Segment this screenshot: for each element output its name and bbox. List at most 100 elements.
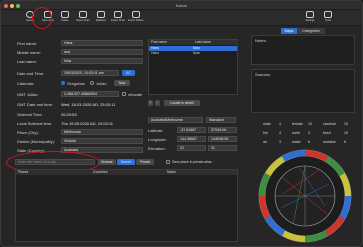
gmt-date-label: GMT Date and time: xyxy=(17,102,53,107)
longitude-label: Longitude: xyxy=(148,137,167,142)
middle-name-label: Middle name: xyxy=(17,50,42,55)
gregorian-label: Gregorian xyxy=(67,81,85,86)
relocate-label: relocate xyxy=(128,92,143,97)
stat-fixed-label: fixed xyxy=(323,131,331,135)
pattern-icon xyxy=(132,11,140,18)
gregorian-radio[interactable] xyxy=(61,81,65,85)
elevation-field-2[interactable]: 31 xyxy=(208,145,237,151)
stat-water-value: 6 xyxy=(308,140,310,144)
cell-last-name: Now xyxy=(193,51,200,55)
sources-label: Sources: xyxy=(255,72,271,77)
stat-fire-value: 4 xyxy=(279,131,281,135)
relations-button[interactable]: Relations xyxy=(92,11,110,25)
sources-panel[interactable]: Sources: xyxy=(251,69,355,113)
relations-icon xyxy=(97,11,105,18)
tools-button[interactable]: Tools xyxy=(319,11,337,25)
stat-air-label: air xyxy=(263,140,267,144)
first-name-field[interactable]: Hans xyxy=(61,40,143,46)
settings-button[interactable]: Settings xyxy=(301,11,319,25)
timezone-select[interactable]: Australia/Melbourne xyxy=(148,117,203,123)
local-sidereal-label: Local Sidereal time: xyxy=(17,121,53,126)
stat-earth-value: 3 xyxy=(308,131,310,135)
stat-air-value: 3 xyxy=(279,140,281,144)
latitude-label: Latitude: xyxy=(148,128,164,133)
stat-cardinal-value: 15 xyxy=(344,122,348,126)
remove-button[interactable]: − xyxy=(155,100,160,106)
date-time-field[interactable]: 19/03/2020, 10:03:11 am xyxy=(61,70,119,76)
export-button[interactable]: Export chart xyxy=(74,11,92,25)
export-chart-button[interactable]: Export Chart xyxy=(109,11,127,25)
stat-mutable-value: 8 xyxy=(344,140,346,144)
latitude-dms-field[interactable]: 37S49:00 xyxy=(208,127,237,133)
column-header-countries[interactable]: Countries xyxy=(91,170,165,175)
last-name-field[interactable]: Now xyxy=(61,58,143,64)
tab-maps[interactable]: Maps xyxy=(281,28,297,34)
district-label: District (Municipality): xyxy=(17,139,56,144)
cell-first-name: Hans xyxy=(151,51,159,55)
now-button[interactable]: Now xyxy=(114,80,130,86)
date-time-label: Date and Time: xyxy=(17,71,45,76)
astrology-wheel[interactable] xyxy=(253,148,357,244)
julian-radio[interactable] xyxy=(90,81,94,85)
gmt-julian-field[interactable]: 2,458,927.45884904 xyxy=(61,91,119,97)
delete-button[interactable]: Delete xyxy=(56,11,74,25)
place-label: Place (City): xyxy=(17,130,39,135)
chart-icon xyxy=(114,11,122,18)
sidereal-value: 20:29:53 xyxy=(61,112,77,117)
longitude-field[interactable]: 144.96667 xyxy=(177,136,206,142)
standard-select[interactable]: Standard xyxy=(206,117,236,123)
sidereal-label: Sidereal Time: xyxy=(17,112,43,117)
stat-water-label: water xyxy=(292,140,301,144)
table-row[interactable]: Hans Now xyxy=(149,51,237,56)
stat-fire-label: fire xyxy=(263,131,268,135)
title-bar: Kairon xyxy=(1,1,362,10)
add-button[interactable]: + xyxy=(148,100,153,106)
toolbar: Search Save chart Delete Export chart Re… xyxy=(1,10,362,26)
elevation-label: Elevation: xyxy=(148,146,166,151)
tab-categories[interactable]: Categories xyxy=(297,28,325,34)
notes-label: Notes: xyxy=(255,38,267,43)
stat-male-value: 4 xyxy=(279,122,281,126)
export-pattern-button[interactable]: Export Pattern xyxy=(127,11,145,25)
gear-icon xyxy=(306,11,314,18)
stat-mutable-label: mutable xyxy=(323,140,336,144)
app-window: Kairon Search Save chart Delete Export c… xyxy=(0,0,363,247)
local-sidereal-value: Thu 19.03.2020 AD, 10:03:11 xyxy=(61,121,113,126)
name-table: First name Last name Hans Now Hans Now xyxy=(148,39,238,95)
gmt-julian-label: GMT Julian: xyxy=(17,92,39,97)
locate-in-wheel-button[interactable]: Locate in wheel xyxy=(164,100,200,106)
ac-select[interactable]: AC xyxy=(122,70,135,76)
window-title: Kairon xyxy=(175,3,188,8)
last-name-label: Last name: xyxy=(17,59,37,64)
column-header-first-name[interactable]: First name xyxy=(149,40,193,45)
julian-label: Julian xyxy=(96,81,107,86)
elevation-field[interactable]: 31 xyxy=(177,145,206,151)
save-place-checkbox[interactable] xyxy=(166,160,170,164)
stat-cardinal-label: cardinal xyxy=(323,122,336,126)
column-header-places[interactable]: Places xyxy=(16,170,91,175)
longitude-dms-field[interactable]: 144E58:00 xyxy=(208,136,237,142)
latitude-field[interactable]: -37.81667 xyxy=(177,127,206,133)
middle-name-field[interactable]: and xyxy=(61,49,143,55)
stat-female-value: 10 xyxy=(308,122,312,126)
stat-earth-label: earth xyxy=(292,131,301,135)
relocate-checkbox[interactable] xyxy=(122,92,126,96)
highlight-circle-toolbar xyxy=(32,7,52,29)
stat-female-label: female xyxy=(292,122,303,126)
district-field[interactable]: Victoria xyxy=(61,138,143,144)
column-header-notes[interactable]: Notes xyxy=(165,170,237,175)
search-tab-button[interactable]: Search xyxy=(117,159,135,165)
save-place-label: Save place in private atlas xyxy=(172,160,212,164)
notes-panel[interactable]: Notes: xyxy=(251,35,355,65)
column-header-last-name[interactable]: Last name xyxy=(193,40,238,45)
browse-button[interactable]: Browse xyxy=(98,159,116,165)
cell-first-name: Hans xyxy=(151,46,159,50)
export-icon xyxy=(79,11,87,18)
calendar-label: Calendar: xyxy=(17,81,35,86)
private-button[interactable]: Private xyxy=(136,159,154,165)
places-table: Places Countries Notes xyxy=(15,169,238,242)
trash-icon xyxy=(61,11,69,18)
gmt-date-value: Wed, 18.03.2020 AD, 23:03:11 xyxy=(61,102,116,107)
place-field[interactable]: Melbourne xyxy=(61,129,143,135)
first-name-label: First name: xyxy=(17,41,38,46)
